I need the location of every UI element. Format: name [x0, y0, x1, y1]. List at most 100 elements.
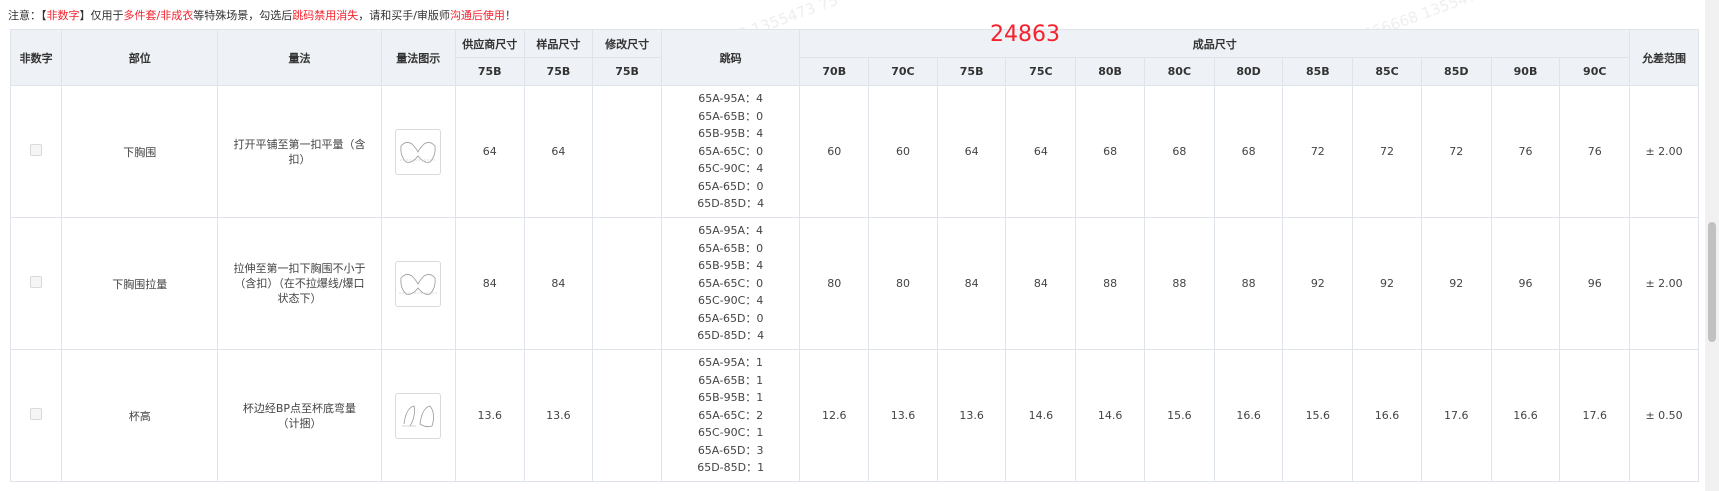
finished-size-cell: 17.6	[1559, 349, 1631, 482]
header-size-90b: 90B	[1490, 57, 1561, 86]
header-size-70b: 70B	[799, 57, 870, 86]
header-sample-size: 样品尺寸	[523, 29, 594, 58]
finished-size-cell: 80	[868, 217, 938, 350]
grading-cell: 65A-95A：1 65A-65B：1 65B-95B：1 65A-65C：2 …	[660, 349, 801, 482]
method-cell: 杯边经BP点至杯底弯量（计捆）	[217, 349, 382, 482]
finished-size-cell: 68	[1143, 85, 1215, 218]
non-numeric-checkbox[interactable]	[30, 408, 43, 420]
grading-cell: 65A-95A：4 65A-65B：0 65B-95B：4 65A-65C：0 …	[660, 85, 801, 218]
scrollbar-thumb[interactable]	[1708, 222, 1716, 342]
grading-item: 65C-90C：4	[698, 294, 764, 308]
finished-size-cell: 92	[1352, 217, 1422, 350]
header-modified-sub: 75B	[592, 57, 662, 86]
bra-measure-thumbnail[interactable]	[395, 128, 442, 175]
notice-mid1: 】仅用于	[79, 9, 124, 22]
header-row-1: 非数字 部位 量法 量法图示 供应商尺寸 样品尺寸 修改尺寸 跳码 成品尺寸 允…	[9, 29, 1699, 86]
finished-size-cell: 96	[1490, 217, 1561, 350]
sample-size-cell: 13.6	[523, 349, 594, 482]
finished-size-cell: 16.6	[1352, 349, 1422, 482]
bra-measure-thumbnail[interactable]	[395, 260, 442, 307]
finished-size-cell: 17.6	[1420, 349, 1492, 482]
method-image-cell	[380, 349, 456, 482]
finished-size-cell: 15.6	[1143, 349, 1215, 482]
grading-item: 65B-95B：4	[698, 127, 764, 141]
tolerance-cell: ± 2.00	[1629, 85, 1699, 218]
header-finished-size: 成品尺寸	[799, 29, 1631, 58]
header-size-80c: 80C	[1143, 57, 1215, 86]
finished-size-cell: 92	[1420, 217, 1492, 350]
finished-size-cell: 14.6	[1005, 349, 1077, 482]
part-cell: 杯高	[61, 349, 219, 482]
cup-measure-thumbnail[interactable]	[395, 392, 442, 439]
non-numeric-cell	[9, 217, 63, 350]
modified-size-cell[interactable]	[592, 217, 662, 350]
method-cell: 拉伸至第一扣下胸围不小于（含扣）（在不拉爆线/爆口状态下）	[217, 217, 382, 350]
grading-item: 65A-65D：3	[697, 443, 764, 457]
grading-item: 65B-95B：4	[698, 259, 764, 273]
grading-item: 65C-90C：4	[698, 162, 764, 176]
header-size-90c: 90C	[1559, 57, 1631, 86]
non-numeric-checkbox[interactable]	[30, 276, 43, 288]
non-numeric-cell	[9, 85, 63, 218]
non-numeric-checkbox[interactable]	[30, 144, 43, 156]
finished-size-cell: 16.6	[1490, 349, 1561, 482]
bra-sketch-icon	[400, 141, 437, 163]
finished-size-cell: 16.6	[1213, 349, 1284, 482]
header-size-85c: 85C	[1352, 57, 1422, 86]
grading-list: 65A-95A：1 65A-65B：1 65B-95B：1 65A-65C：2 …	[662, 354, 798, 477]
method-cell: 打开平铺至第一扣平量（含扣）	[217, 85, 382, 218]
finished-size-cell: 64	[936, 85, 1007, 218]
header-size-75b: 75B	[936, 57, 1007, 86]
finished-size-cell: 88	[1075, 217, 1145, 350]
sample-size-cell: 64	[523, 85, 594, 218]
modified-size-cell[interactable]	[592, 349, 662, 482]
size-table-container: 非数字 部位 量法 量法图示 供应商尺寸 样品尺寸 修改尺寸 跳码 成品尺寸 允…	[9, 29, 1699, 482]
header-size-70c: 70C	[868, 57, 938, 86]
finished-size-cell: 14.6	[1075, 349, 1145, 482]
grading-item: 65A-65B：1	[698, 373, 764, 387]
finished-size-cell: 88	[1143, 217, 1215, 350]
tolerance-cell: ± 0.50	[1629, 349, 1699, 482]
finished-size-cell: 64	[1005, 85, 1077, 218]
notice-prefix: 注意：【	[8, 9, 47, 22]
grading-item: 65A-65D：0	[697, 179, 764, 193]
finished-size-cell: 72	[1282, 85, 1354, 218]
cup-sketch-icon	[402, 405, 435, 427]
grading-item: 65A-65C：0	[698, 144, 764, 158]
grading-item: 65A-95A：4	[698, 224, 764, 238]
header-part: 部位	[61, 29, 219, 86]
header-tolerance: 允差范围	[1629, 29, 1699, 86]
finished-size-cell: 96	[1559, 217, 1631, 350]
overlay-number: 24863	[990, 22, 1060, 47]
non-numeric-cell	[9, 349, 63, 482]
modified-size-cell[interactable]	[592, 85, 662, 218]
notice-size-disabled: 跳码禁用消失	[292, 9, 359, 22]
finished-size-cell: 72	[1420, 85, 1492, 218]
header-size-80d: 80D	[1213, 57, 1284, 86]
header-method-image: 量法图示	[380, 29, 456, 86]
grading-cell: 65A-95A：4 65A-65B：0 65B-95B：4 65A-65C：0 …	[660, 217, 801, 350]
header-size-80b: 80B	[1075, 57, 1145, 86]
header-size-85b: 85B	[1282, 57, 1354, 86]
notice-multi-piece: 多件套/非成衣	[123, 9, 194, 22]
finished-size-cell: 80	[799, 217, 870, 350]
notice-text: 注意：【非数字】仅用于多件套/非成衣等特殊场景，勾选后跳码禁用消失，请和买手/审…	[8, 7, 516, 23]
supplier-size-cell: 84	[454, 217, 525, 350]
grading-item: 65D-85D：1	[697, 461, 765, 475]
grading-item: 65A-65B：0	[698, 109, 764, 123]
finished-size-cell: 68	[1213, 85, 1284, 218]
grading-item: 65A-95A：1	[698, 356, 764, 370]
grading-item: 65A-95A：4	[698, 92, 764, 106]
finished-size-cell: 76	[1559, 85, 1631, 218]
finished-size-cell: 72	[1352, 85, 1422, 218]
tolerance-cell: ± 2.00	[1629, 217, 1699, 350]
header-size-85d: 85D	[1420, 57, 1492, 86]
supplier-size-cell: 64	[454, 85, 525, 218]
header-grading: 跳码	[660, 29, 801, 86]
bra-sketch-icon	[399, 273, 438, 295]
notice-mid2: 等特殊场景，勾选后	[193, 9, 293, 22]
grading-item: 65B-95B：1	[698, 391, 764, 405]
grading-list: 65A-95A：4 65A-65B：0 65B-95B：4 65A-65C：0 …	[662, 90, 798, 213]
sample-size-cell: 84	[523, 217, 594, 350]
vertical-scrollbar[interactable]	[1705, 0, 1719, 491]
